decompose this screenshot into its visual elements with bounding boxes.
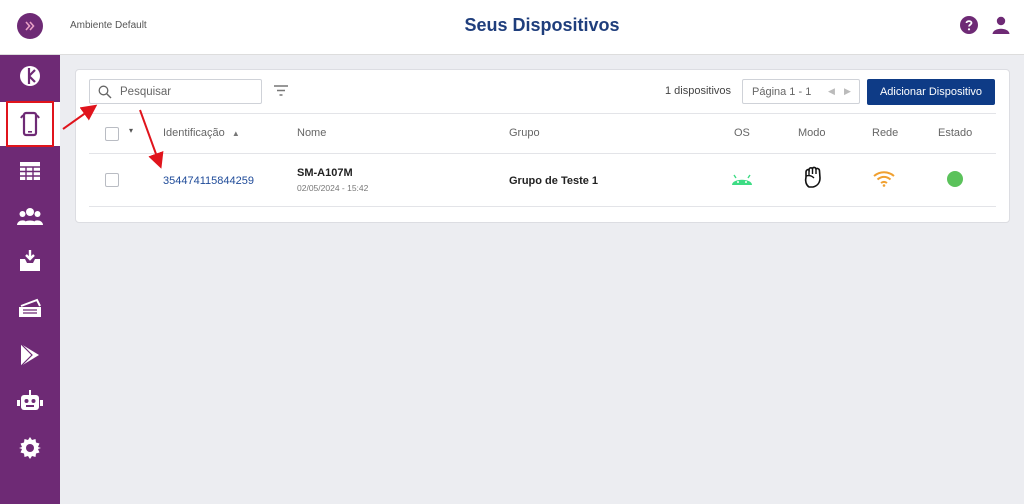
select-all-checkbox[interactable] [105,127,119,141]
expand-menu-icon[interactable] [17,13,43,39]
search-icon [98,85,112,99]
device-id-link[interactable]: 354474115844259 [163,175,254,187]
gear-icon [19,437,41,459]
page-title: Seus Dispositivos [464,15,620,35]
grid-table-icon [20,162,40,180]
stacked-cards-icon [19,298,41,317]
row-checkbox[interactable] [105,173,119,187]
inbox-download-icon [20,250,40,271]
user-icon[interactable] [992,16,1010,34]
pagination: Página 1 - 1 ◀ ▶ [742,79,860,104]
column-header-identification[interactable]: Identificação ▲ [163,127,240,139]
annotation-highlight-box [6,101,54,147]
sort-ascending-icon[interactable]: ▲ [232,129,240,138]
device-name: SM-A107M [297,167,353,179]
column-header-network[interactable]: Rede [872,127,898,139]
logo-area [0,0,60,55]
filter-icon[interactable] [274,85,288,96]
select-menu-caret-icon[interactable]: ▾ [129,126,133,135]
wifi-icon [873,171,895,187]
android-icon [732,174,752,185]
devices-card: 1 dispositivos Página 1 - 1 ◀ ▶ Adiciona… [75,69,1010,223]
top-bar: Ambiente Default Seus Dispositivos [60,0,1024,55]
toolbar-divider [89,113,996,114]
column-header-state[interactable]: Estado [938,127,972,139]
kiosk-mode-fist-icon [804,166,821,188]
column-header-group[interactable]: Grupo [509,127,540,139]
next-page-icon[interactable]: ▶ [844,86,851,97]
dashboard-icon [20,66,40,86]
sidebar-item-play-store[interactable] [0,333,60,377]
robot-icon [17,390,43,410]
search-box[interactable] [89,79,262,104]
column-header-os[interactable]: OS [734,127,750,139]
sidebar-item-robot[interactable] [0,380,60,424]
add-device-button[interactable]: Adicionar Dispositivo [867,79,995,105]
sidebar-item-table[interactable] [0,149,60,193]
help-icon[interactable] [960,16,978,34]
column-header-mode[interactable]: Modo [798,127,826,139]
search-input[interactable] [120,83,255,101]
groups-icon [17,208,43,225]
sidebar-item-inbox[interactable] [0,239,60,283]
device-group: Grupo de Teste 1 [509,175,599,187]
column-header-name[interactable]: Nome [297,127,326,139]
header-divider [89,153,996,154]
sidebar [0,0,60,504]
sidebar-item-settings[interactable] [0,426,60,470]
pagination-label: Página 1 - 1 [752,86,812,98]
device-date: 02/05/2024 - 15:42 [297,183,369,193]
row-divider [89,206,996,207]
sidebar-item-cards[interactable] [0,286,60,330]
device-count: 1 dispositivos [665,85,732,97]
status-online-indicator [947,171,963,187]
sidebar-item-dashboard[interactable] [0,54,60,98]
previous-page-icon[interactable]: ◀ [828,86,835,97]
sidebar-item-groups[interactable] [0,194,60,238]
play-store-icon [20,343,39,367]
